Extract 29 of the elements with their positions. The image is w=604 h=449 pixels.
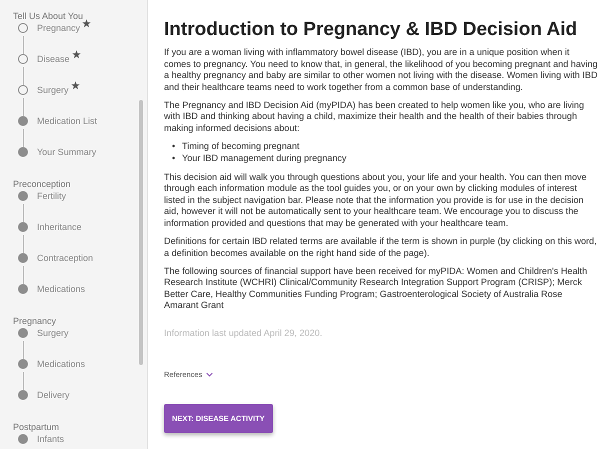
section-heading: Pregnancy bbox=[13, 315, 58, 328]
sidebar-item[interactable]: Surgery bbox=[37, 328, 69, 339]
sidebar-item[interactable]: Pregnancy bbox=[37, 23, 80, 34]
section-heading: Postpartum bbox=[13, 421, 60, 434]
sidebar-item[interactable]: Medications bbox=[37, 284, 86, 295]
paragraph: Definitions for certain IBD related terms are available if the term is shown in purple (by clicking on this word, a definition becomes available on the right hand side of the page). bbox=[164, 236, 598, 259]
section-heading: Preconception bbox=[13, 178, 72, 191]
updated-note: Information last updated April 29, 2020. bbox=[164, 328, 324, 339]
section-heading: Tell Us About You bbox=[13, 10, 84, 23]
bullet-item: Timing of becoming pregnant bbox=[182, 141, 300, 153]
bullet-item: Your IBD management during pregnancy bbox=[182, 152, 346, 164]
scrollbar-thumb[interactable] bbox=[139, 100, 143, 365]
sidebar-item[interactable]: Surgery bbox=[37, 85, 69, 96]
paragraph: The following sources of financial support have been received for myPIDA: Women and Children's Health Research Institute (WCHRI) Clinical/Community Research Integration Support Program (CRISP); Merck Better Care, Healthy Communities Funding Program; Gastroenterological Society of Australia Rose Amarant Grant bbox=[164, 266, 588, 312]
paragraph: This decision aid will walk you through questions about you, your life and your health. You can then move through each information module as the tool guides you, or on your own by clicking modules of interest listed in the subject navigation bar. Please note that the information you provide is for use in the decision aid, however it will not be automatically sent to your healthcare team. We encourage you to discuss the information provided and questions that may be generated with your healthcare team. bbox=[164, 172, 588, 230]
sidebar-item[interactable]: Infants bbox=[37, 434, 64, 445]
sidebar-item[interactable]: Your Summary bbox=[37, 147, 96, 158]
sidebar-item[interactable]: Delivery bbox=[37, 390, 70, 401]
bullet-marker: • bbox=[172, 141, 176, 153]
chevron-icon bbox=[206, 372, 214, 378]
sidebar-item[interactable]: Fertility bbox=[37, 191, 66, 202]
sidebar-item[interactable]: Disease bbox=[37, 54, 70, 65]
paragraph: If you are a woman living with inflammatory bowel disease (IBD), you are in a unique position when it comes to pregnancy. You need to know that, in general, the likelihood of you becoming pregnant and having a healthy pregnancy and baby are similar to other women not living with the disease. Women living with IBD and their healthcare teams need to work together from a common base of understanding. bbox=[164, 47, 598, 94]
sidebar-item[interactable]: Medications bbox=[37, 359, 86, 370]
sidebar-item[interactable]: Inheritance bbox=[37, 222, 82, 233]
sidebar-item[interactable]: Contraception bbox=[37, 253, 94, 264]
sidebar-item[interactable]: Medication List bbox=[37, 116, 98, 127]
paragraph: The Pregnancy and IBD Decision Aid (myPIDA) has been created to help women like you, who are living with IBD and thinking about having a child, maximize their health and the health of their babies through making informed decisions about: bbox=[164, 100, 586, 134]
bullet-marker: • bbox=[172, 152, 176, 164]
